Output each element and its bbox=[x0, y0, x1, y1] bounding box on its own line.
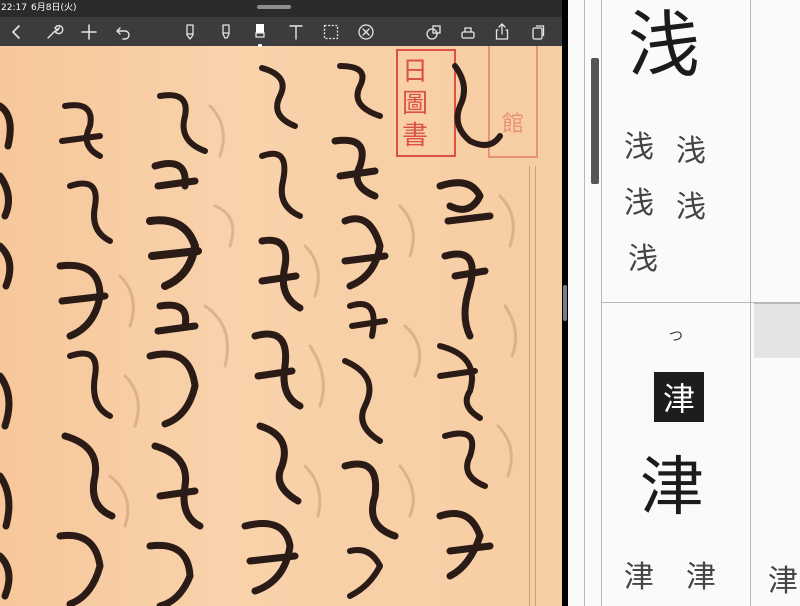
table-line bbox=[601, 0, 602, 606]
split-view-grip[interactable] bbox=[563, 285, 567, 321]
table-line bbox=[750, 0, 751, 606]
shapes-icon[interactable] bbox=[422, 20, 446, 44]
undo-icon[interactable] bbox=[111, 20, 135, 44]
kana-reading: つ bbox=[669, 329, 683, 345]
eraser-tool-icon[interactable] bbox=[354, 20, 378, 44]
wrench-icon[interactable] bbox=[42, 20, 66, 44]
reference-glyph-small: 浅 bbox=[624, 186, 654, 221]
character-badge: 津 bbox=[654, 372, 704, 422]
reference-pane[interactable]: 浅 浅 浅 浅 浅 浅 つ 津 津 津 津 津 bbox=[568, 0, 800, 606]
reference-glyph-small: 浅 bbox=[628, 242, 658, 277]
calligraphy-ink-strokes bbox=[0, 63, 518, 606]
share-icon[interactable] bbox=[490, 20, 514, 44]
reference-glyph-small: 浅 bbox=[676, 134, 706, 169]
document-page[interactable]: 日 圖 書 館 bbox=[0, 46, 562, 606]
multitasking-handle[interactable] bbox=[257, 5, 291, 9]
reference-glyph-large: 浅 bbox=[628, 3, 701, 87]
reference-glyph-large: 津 bbox=[640, 451, 704, 525]
reference-glyph-small: 津 bbox=[686, 560, 716, 595]
reference-glyph-small: 津 bbox=[768, 564, 798, 599]
lasso-select-icon[interactable] bbox=[319, 20, 343, 44]
reference-glyph-small: 津 bbox=[624, 560, 654, 595]
highlighter-tool-icon[interactable] bbox=[248, 20, 272, 44]
duplicate-icon[interactable] bbox=[526, 20, 550, 44]
status-date: 6月8日(火) bbox=[31, 3, 77, 13]
plus-icon[interactable] bbox=[77, 20, 101, 44]
reference-glyph-small: 浅 bbox=[624, 130, 654, 165]
badge-glyph: 津 bbox=[662, 380, 695, 418]
scroll-indicator[interactable] bbox=[591, 58, 599, 184]
drawing-toolbar bbox=[0, 17, 562, 46]
reference-glyph-small: 浅 bbox=[676, 190, 706, 225]
notes-app-pane: 22:17 6月8日(火) 日 圖 書 館 bbox=[0, 0, 562, 606]
selected-tool-indicator bbox=[258, 44, 262, 47]
marker-tool-icon[interactable] bbox=[214, 20, 238, 44]
pen-tool-icon[interactable] bbox=[178, 20, 202, 44]
margin-line bbox=[584, 0, 585, 606]
text-tool-icon[interactable] bbox=[284, 20, 308, 44]
status-time: 22:17 bbox=[1, 3, 27, 13]
back-chevron-icon[interactable] bbox=[4, 20, 28, 44]
table-cell-shaded bbox=[754, 304, 800, 358]
stamp-icon[interactable] bbox=[456, 20, 480, 44]
